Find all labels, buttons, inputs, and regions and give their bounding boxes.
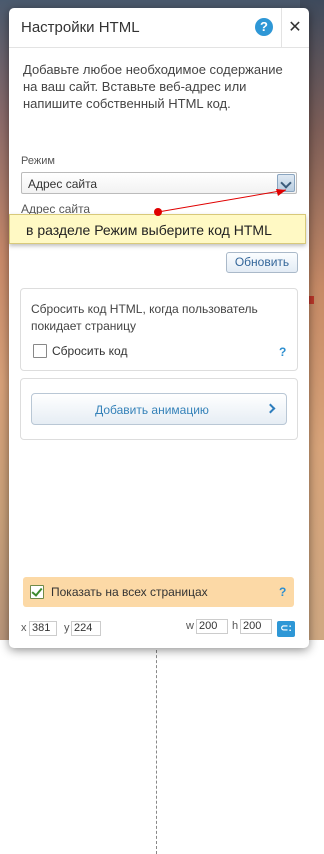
- reset-code-checkbox[interactable]: [33, 344, 47, 358]
- help-icon[interactable]: ?: [255, 18, 273, 36]
- intro-text: Добавьте любое необходимое содержание на…: [23, 62, 283, 111]
- panel-title: Настройки HTML: [21, 19, 140, 36]
- show-all-help-icon[interactable]: ?: [279, 585, 286, 599]
- show-on-all-pages-checkbox[interactable]: [30, 585, 44, 599]
- hint-tooltip-text: в разделе Режим выберите код HTML: [26, 222, 272, 238]
- mode-select[interactable]: Адрес сайта: [21, 172, 297, 194]
- mode-label: Режим: [21, 155, 55, 167]
- h-input[interactable]: 200: [240, 619, 272, 634]
- html-settings-panel: Настройки HTML ? ✕ Добавьте любое необхо…: [9, 8, 309, 648]
- show-on-all-pages-label[interactable]: Показать на всех страницах: [51, 585, 208, 599]
- animation-section: Добавить анимацию: [20, 378, 298, 440]
- h-label: h: [232, 620, 239, 632]
- reset-code-label[interactable]: Сбросить код: [52, 344, 127, 358]
- add-animation-label: Добавить анимацию: [95, 403, 209, 417]
- close-icon[interactable]: ✕: [284, 17, 306, 39]
- mode-selected-value: Адрес сайта: [28, 177, 98, 191]
- show-on-all-pages-row: Показать на всех страницах ?: [23, 577, 294, 607]
- y-input[interactable]: 224: [71, 621, 101, 636]
- panel-header: Настройки HTML ? ✕: [9, 8, 309, 48]
- reset-code-section: Сбросить код HTML, когда пользователь по…: [20, 288, 298, 371]
- reset-help-icon[interactable]: ?: [279, 345, 286, 359]
- header-divider: [281, 8, 282, 48]
- update-button[interactable]: Обновить: [226, 252, 298, 273]
- x-label: x: [21, 622, 27, 634]
- background-canvas: [0, 640, 324, 854]
- chevron-down-icon[interactable]: [277, 174, 295, 192]
- w-label: w: [186, 620, 194, 632]
- reset-description: Сбросить код HTML, когда пользователь по…: [31, 302, 258, 333]
- x-input[interactable]: 381: [29, 621, 57, 636]
- w-input[interactable]: 200: [196, 619, 228, 634]
- alignment-guide: [156, 640, 157, 854]
- hint-tooltip: в разделе Режим выберите код HTML: [9, 214, 306, 244]
- y-label: y: [64, 622, 70, 634]
- aspect-lock-icon[interactable]: ⊂:: [277, 621, 295, 637]
- add-animation-button[interactable]: Добавить анимацию: [31, 393, 287, 425]
